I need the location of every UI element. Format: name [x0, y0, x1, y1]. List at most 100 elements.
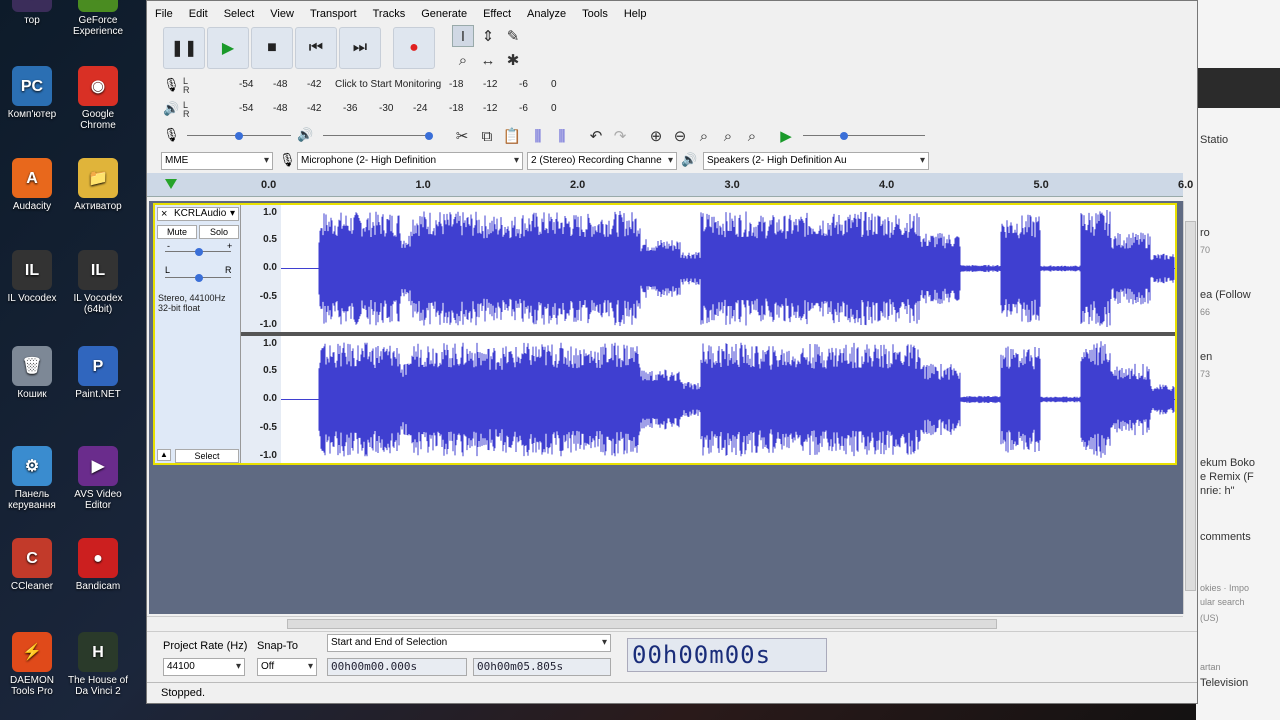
audio-track[interactable]: × KCRLAudio ▾ Mute Solo - + L R Stereo, … — [153, 203, 1177, 465]
slider-knob[interactable] — [425, 132, 433, 140]
redo-button[interactable]: ↷ — [609, 125, 631, 147]
skip-start-icon: ⏮ — [308, 39, 324, 56]
playback-volume-slider[interactable] — [323, 129, 433, 143]
selection-end-time[interactable]: 00h00m05.805s — [473, 658, 611, 676]
draw-tool-button[interactable]: ✎ — [502, 25, 524, 47]
playback-meter-scale: -54 -48 -42 -36 -30 -24 -18 -12 -6 0 — [213, 103, 563, 115]
menu-analyze[interactable]: Analyze — [519, 5, 574, 23]
asterisk-icon: ✱ — [506, 52, 520, 69]
desktop-icon[interactable]: 📁 Активатор — [66, 158, 130, 212]
desktop-icon[interactable]: 🗑 Кошик — [0, 346, 64, 400]
copy-button[interactable]: ⧉ — [476, 125, 498, 147]
stop-button[interactable]: ■ — [251, 27, 293, 69]
waveform-channel-right[interactable] — [281, 336, 1175, 463]
track-area[interactable]: × KCRLAudio ▾ Mute Solo - + L R Stereo, … — [149, 201, 1183, 614]
close-icon[interactable]: × — [161, 208, 167, 220]
menu-tracks[interactable]: Tracks — [365, 5, 414, 23]
desktop-icon[interactable]: ◉ Google Chrome — [66, 66, 130, 131]
menu-tools[interactable]: Tools — [574, 5, 616, 23]
vertical-scrollbar[interactable] — [1183, 201, 1197, 614]
desktop-icon[interactable]: A Audacity — [0, 158, 64, 212]
desktop-icon[interactable]: IL IL Vocodex (64bit) — [66, 250, 130, 315]
pan-slider[interactable] — [165, 271, 231, 285]
menu-view[interactable]: View — [262, 5, 302, 23]
slider-knob[interactable] — [195, 248, 203, 256]
slider-knob[interactable] — [235, 132, 243, 140]
desktop-icon[interactable]: ● Bandicam — [66, 538, 130, 592]
collapse-track-button[interactable]: ▲ — [157, 449, 171, 461]
timeshift-tool-button[interactable]: ↔ — [477, 49, 499, 71]
waveform-area[interactable]: 1.0 0.5 0.0 -0.5 -1.0 1.0 0.5 0.0 -0.5 -1.0 — [241, 205, 1175, 463]
audio-host-select[interactable]: MME — [161, 152, 273, 170]
selection-mode-select[interactable]: Start and End of Selection — [327, 634, 611, 652]
recording-volume-slider[interactable] — [187, 129, 291, 143]
solo-button[interactable]: Solo — [199, 225, 239, 239]
zoom-out-button[interactable]: ⊖ — [669, 125, 691, 147]
browser-text-fragment: 73 — [1200, 369, 1211, 379]
record-meter[interactable]: 🎙 L R -54 -48 -42 -18 -12 -6 0 Click to Start M… — [161, 75, 561, 95]
desktop-icon[interactable]: IL IL Vocodex — [0, 250, 64, 304]
menu-help[interactable]: Help — [616, 5, 655, 23]
scrollbar-thumb[interactable] — [287, 619, 997, 629]
desktop-icon[interactable]: ⚙ Панель керування — [0, 446, 64, 511]
envelope-tool-button[interactable]: ⇕ — [477, 25, 499, 47]
selection-start-time[interactable]: 00h00m00.000s — [327, 658, 467, 676]
start-monitoring-label[interactable]: Click to Start Monitoring — [335, 79, 441, 90]
desktop-icon[interactable]: H The House of Da Vinci 2 — [66, 632, 130, 697]
zoom-in-button[interactable]: ⊕ — [645, 125, 667, 147]
desktop-icon[interactable]: P Paint.NET — [66, 346, 130, 400]
speaker-icon: 🔊 — [163, 101, 180, 116]
paste-button[interactable]: 📋 — [501, 125, 523, 147]
menu-transport[interactable]: Transport — [302, 5, 365, 23]
play-at-speed-button[interactable]: ▶ — [775, 125, 797, 147]
waveform-channel-left[interactable] — [281, 205, 1175, 332]
zoom-tool-button[interactable]: ⌕ — [452, 49, 474, 71]
desktop-icon[interactable]: G GeForce Experience — [66, 0, 130, 37]
menu-effect[interactable]: Effect — [475, 5, 519, 23]
horizontal-scrollbar[interactable] — [147, 616, 1183, 630]
desktop-icon[interactable]: ▶ AVS Video Editor — [66, 446, 130, 511]
slider-knob[interactable] — [195, 274, 203, 282]
undo-button[interactable]: ↶ — [585, 125, 607, 147]
gain-slider[interactable] — [165, 245, 231, 259]
play-head-icon[interactable] — [165, 179, 177, 189]
track-name-menu[interactable]: × KCRLAudio ▾ — [157, 207, 239, 221]
selection-tool-button[interactable]: I — [452, 25, 474, 47]
desktop-icon[interactable]: PC Комп'ютер — [0, 66, 64, 120]
playback-device-select[interactable]: Speakers (2- High Definition Au — [703, 152, 929, 170]
desktop-icon[interactable]: ⚡ DAEMON Tools Pro — [0, 632, 64, 697]
menu-select[interactable]: Select — [216, 5, 263, 23]
silence-button[interactable]: ⫼ — [551, 125, 573, 147]
trim-button[interactable]: ⫼ — [527, 125, 549, 147]
fit-project-button[interactable]: ⌕ — [717, 125, 739, 147]
record-button[interactable]: ● — [393, 27, 435, 69]
skip-start-button[interactable]: ⏮ — [295, 27, 337, 69]
recording-device-select[interactable]: Microphone (2- High Definition — [297, 152, 523, 170]
slider-knob[interactable] — [840, 132, 848, 140]
snap-to-select[interactable]: Off — [257, 658, 317, 676]
menu-generate[interactable]: Generate — [413, 5, 475, 23]
play-speed-slider[interactable] — [803, 129, 925, 143]
zoom-toggle-button[interactable]: ⌕ — [741, 125, 763, 147]
mute-button[interactable]: Mute — [157, 225, 197, 239]
project-rate-select[interactable]: 44100 — [163, 658, 245, 676]
multi-tool-button[interactable]: ✱ — [502, 49, 524, 71]
recording-channels-select[interactable]: 2 (Stereo) Recording Channe — [527, 152, 677, 170]
playback-meter[interactable]: 🔊 L R -54 -48 -42 -36 -30 -24 -18 -12 -6 0 — [161, 99, 561, 119]
desktop-icon[interactable]: C CCleaner — [0, 538, 64, 592]
play-button[interactable]: ▶ — [207, 27, 249, 69]
cut-button[interactable]: ✂ — [451, 125, 473, 147]
browser-text-fragment: okies · Impo — [1200, 583, 1250, 593]
scrollbar-thumb[interactable] — [1185, 221, 1196, 591]
select-track-button[interactable]: Select — [175, 449, 239, 463]
skip-end-button[interactable]: ⏭ — [339, 27, 381, 69]
fit-selection-button[interactable]: ⌕ — [693, 125, 715, 147]
pause-button[interactable]: ❚❚ — [163, 27, 205, 69]
app-icon: ● — [78, 538, 118, 578]
meter-tick-label: -54 — [239, 103, 254, 114]
menu-edit[interactable]: Edit — [181, 5, 216, 23]
timeline-ruler[interactable]: 0.0 1.0 2.0 3.0 4.0 5.0 6.0 — [147, 173, 1193, 197]
desktop-icon[interactable]: Tтор — [0, 0, 64, 26]
menu-file[interactable]: File — [147, 5, 181, 23]
audio-position-display[interactable]: 00h00m00s — [627, 638, 827, 672]
